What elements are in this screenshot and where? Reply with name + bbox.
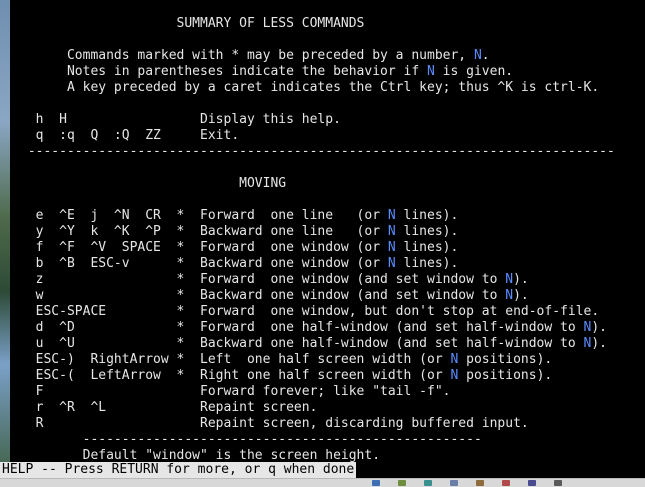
shared-folder-icon[interactable] (424, 480, 432, 486)
terminal-text: u ^U * Backward one half-window (and set… (20, 336, 584, 351)
number-placeholder: N (473, 48, 482, 63)
terminal-text: ESC-SPACE * Forward one window, but don'… (20, 304, 600, 319)
terminal-text: positions). (458, 368, 553, 383)
terminal-line: e ^E j ^N CR * Forward one line (or N li… (20, 208, 459, 224)
terminal-text: Notes in parentheses indicate the behavi… (20, 64, 427, 79)
terminal-line: SUMMARY OF LESS COMMANDS (20, 16, 365, 32)
terminal-text: w * Backward one window (and set window … (20, 288, 506, 303)
desktop-background (0, 0, 10, 486)
terminal-text: lines). (395, 240, 459, 255)
number-placeholder: N (387, 208, 396, 223)
terminal-text: is given. (434, 64, 514, 79)
terminal-text: ). (513, 272, 529, 287)
terminal-text: f ^F ^V SPACE * Forward one window (or (20, 240, 388, 255)
terminal-line: ----------------------------------------… (20, 144, 615, 160)
terminal-text: R Repaint screen, discarding buffered in… (20, 416, 529, 431)
terminal-line: r ^R ^L Repaint screen. (20, 400, 318, 416)
terminal-line: ----------------------------------------… (20, 432, 482, 448)
network-icon[interactable] (372, 480, 380, 486)
terminal-text: lines). (395, 256, 459, 271)
terminal-line: ESC-( LeftArrow * Right one half screen … (20, 368, 553, 384)
terminal-text: ESC-( LeftArrow * Right one half screen … (20, 368, 451, 383)
display-icon[interactable] (450, 480, 458, 486)
terminal-text: lines). (395, 208, 459, 223)
terminal-text: . (481, 48, 490, 63)
terminal-text: F Forward forever; like "tail -f". (20, 384, 451, 399)
terminal-text: A key preceded by a caret indicates the … (20, 80, 600, 95)
terminal-line: Commands marked with * may be preceded b… (20, 48, 490, 64)
number-placeholder: N (427, 64, 435, 79)
terminal-text: h H Display this help. (20, 112, 341, 127)
terminal-line: b ^B ESC-v * Backward one window (or N l… (20, 256, 459, 272)
keyboard-icon[interactable] (554, 480, 562, 486)
terminal-window[interactable]: SUMMARY OF LESS COMMANDS Commands marked… (10, 0, 645, 470)
terminal-text: ESC-) RightArrow * Left one half screen … (20, 352, 451, 367)
terminal-line: y ^Y k ^K ^P * Backward one line (or N l… (20, 224, 459, 240)
terminal-text: b ^B ESC-v * Backward one window (or (20, 256, 388, 271)
terminal-text: SUMMARY OF LESS COMMANDS (20, 16, 365, 31)
terminal-line: z * Forward one window (and set window t… (20, 272, 529, 288)
number-placeholder: N (505, 272, 514, 287)
number-placeholder: N (387, 240, 396, 255)
terminal-line: w * Backward one window (and set window … (20, 288, 529, 304)
terminal-text: Commands marked with * may be preceded b… (20, 48, 474, 63)
usb-icon[interactable] (398, 480, 406, 486)
terminal-text: Default "window" is the screen height. (20, 448, 381, 463)
terminal-text: r ^R ^L Repaint screen. (20, 400, 318, 415)
terminal-line: MOVING (20, 176, 286, 192)
terminal-line: h H Display this help. (20, 112, 341, 128)
terminal-line: F Forward forever; like "tail -f". (20, 384, 451, 400)
number-placeholder: N (387, 224, 396, 239)
terminal-text: lines). (395, 224, 459, 239)
terminal-text: d ^D * Forward one half-window (and set … (20, 320, 584, 335)
terminal-text: ----------------------------------------… (20, 144, 615, 159)
audio-icon[interactable] (476, 480, 484, 486)
terminal-line: f ^F ^V SPACE * Forward one window (or N… (20, 240, 459, 256)
terminal-text: positions). (458, 352, 553, 367)
recording-icon[interactable] (502, 480, 510, 486)
terminal-text: MOVING (20, 176, 287, 191)
terminal-text: ). (513, 288, 529, 303)
terminal-line: ESC-SPACE * Forward one window, but don'… (20, 304, 600, 320)
terminal-line: A key preceded by a caret indicates the … (20, 80, 599, 96)
number-placeholder: N (387, 256, 396, 271)
terminal-text: q :q Q :Q ZZ Exit. (20, 128, 240, 143)
terminal-text: y ^Y k ^K ^P * Backward one line (or (20, 224, 388, 239)
terminal-line: ESC-) RightArrow * Left one half screen … (20, 352, 553, 368)
terminal-text: ). (591, 320, 608, 335)
mouse-integration-icon[interactable] (528, 480, 536, 486)
terminal-text: z * Forward one window (and set window t… (20, 272, 506, 287)
terminal-line: q :q Q :Q ZZ Exit. (20, 128, 240, 144)
terminal-text: e ^E j ^N CR * Forward one line (or (20, 208, 388, 223)
terminal-text: ----------------------------------------… (20, 432, 482, 447)
terminal-line: Notes in parentheses indicate the behavi… (20, 64, 513, 80)
terminal-line: d ^D * Forward one half-window (and set … (20, 320, 607, 336)
number-placeholder: N (505, 288, 514, 303)
terminal-text: ). (591, 336, 608, 351)
less-status-prompt: HELP -- Press RETURN for more, or q when… (0, 462, 357, 478)
terminal-line: R Repaint screen, discarding buffered in… (20, 416, 529, 432)
terminal-line: u ^U * Backward one half-window (and set… (20, 336, 607, 352)
